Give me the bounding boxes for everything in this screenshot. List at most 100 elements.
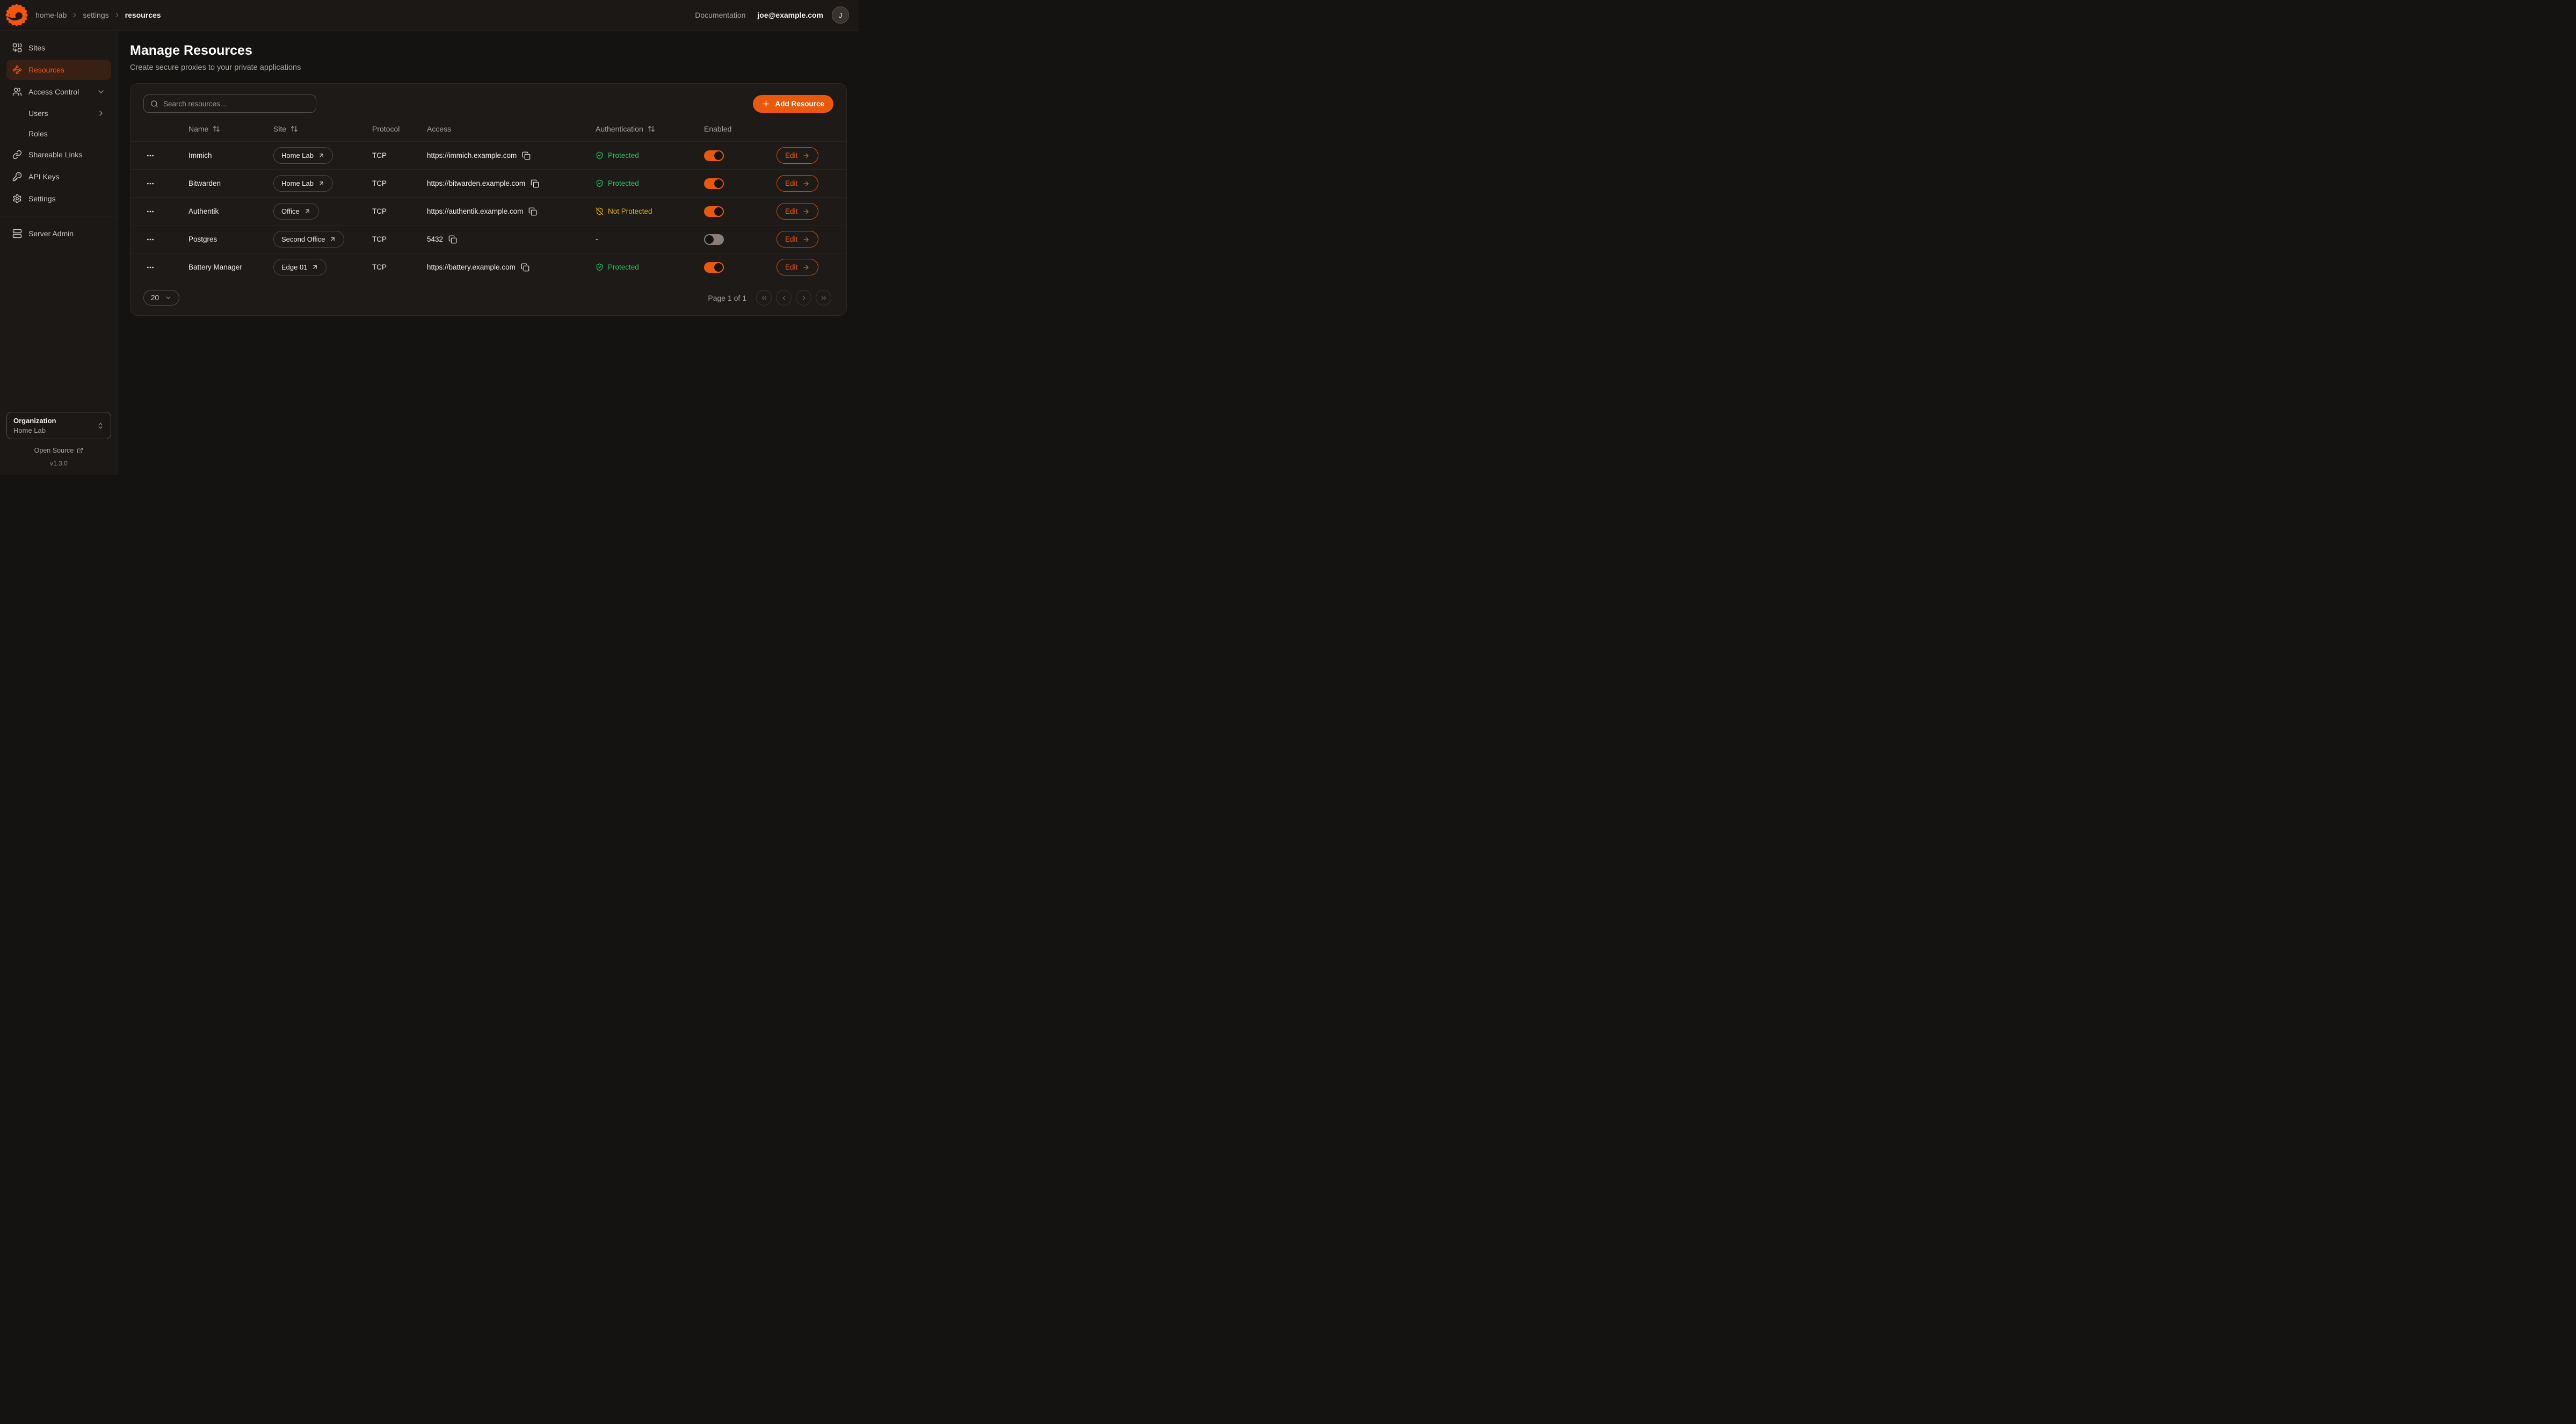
breadcrumb-settings[interactable]: settings bbox=[83, 11, 108, 19]
edit-label: Edit bbox=[785, 263, 797, 271]
breadcrumb-resources[interactable]: resources bbox=[125, 11, 161, 19]
chevron-right-icon bbox=[113, 11, 121, 19]
resources-table: NameSiteProtocolAccessAuthenticationEnab… bbox=[130, 116, 846, 281]
site-name: Second Office bbox=[281, 235, 325, 243]
sidebar-item-access-control[interactable]: Access Control bbox=[6, 82, 111, 102]
protocol-value: TCP bbox=[372, 263, 427, 271]
copy-button[interactable] bbox=[522, 151, 531, 160]
organization-selector[interactable]: Organization Home Lab bbox=[6, 412, 111, 439]
breadcrumb: home-lab settings resources bbox=[35, 11, 161, 19]
edit-button[interactable]: Edit bbox=[777, 231, 818, 248]
edit-button[interactable]: Edit bbox=[777, 175, 818, 192]
enabled-toggle[interactable] bbox=[704, 150, 724, 161]
search-input[interactable] bbox=[163, 100, 309, 108]
chevrons-up-down-icon bbox=[97, 422, 104, 430]
sort-icon[interactable] bbox=[648, 125, 655, 133]
column-header-access: Access bbox=[427, 125, 596, 133]
enabled-toggle[interactable] bbox=[704, 234, 724, 245]
add-resource-button[interactable]: Add Resource bbox=[753, 95, 833, 113]
site-name: Office bbox=[281, 207, 300, 215]
enabled-toggle[interactable] bbox=[704, 178, 724, 189]
ellipsis-icon bbox=[146, 179, 155, 188]
copy-button[interactable] bbox=[531, 179, 539, 188]
key-icon bbox=[12, 172, 22, 181]
arrow-right-icon bbox=[802, 152, 810, 159]
copy-button[interactable] bbox=[528, 207, 537, 216]
add-resource-label: Add Resource bbox=[775, 100, 824, 108]
row-actions-menu[interactable] bbox=[143, 149, 156, 162]
table-header-row: NameSiteProtocolAccessAuthenticationEnab… bbox=[130, 116, 846, 142]
sidebar-item-users[interactable]: Users bbox=[6, 104, 111, 123]
site-badge[interactable]: Home Lab bbox=[273, 147, 333, 164]
server-icon bbox=[12, 229, 22, 238]
page-size-select[interactable]: 20 bbox=[143, 290, 179, 306]
protocol-value: TCP bbox=[372, 179, 427, 187]
edit-label: Edit bbox=[785, 235, 797, 243]
site-badge[interactable]: Office bbox=[273, 203, 319, 220]
sidebar-nav: Sites Resources Access Control Users Rol… bbox=[6, 38, 111, 403]
copy-button[interactable] bbox=[448, 235, 457, 244]
site-badge[interactable]: Edge 01 bbox=[273, 259, 326, 275]
row-actions-menu[interactable] bbox=[143, 205, 156, 218]
chevron-right-icon bbox=[71, 11, 78, 19]
sidebar-item-shareable-links[interactable]: Shareable Links bbox=[6, 144, 111, 165]
ellipsis-icon bbox=[146, 207, 155, 216]
pangolin-logo-icon[interactable] bbox=[5, 4, 28, 26]
column-header-protocol: Protocol bbox=[372, 125, 427, 133]
chevron-down-icon bbox=[165, 294, 172, 301]
open-source-label: Open Source bbox=[34, 447, 74, 454]
row-actions-menu[interactable] bbox=[143, 177, 156, 190]
sort-icon[interactable] bbox=[291, 125, 298, 133]
sidebar-item-api-keys[interactable]: API Keys bbox=[6, 166, 111, 187]
protocol-value: TCP bbox=[372, 207, 427, 215]
search-icon bbox=[150, 100, 158, 108]
auth-status: Not Protected bbox=[608, 207, 652, 215]
site-badge[interactable]: Second Office bbox=[273, 231, 344, 248]
sort-icon[interactable] bbox=[213, 125, 220, 133]
user-email: joe@example.com bbox=[757, 11, 823, 19]
first-page-button[interactable] bbox=[756, 290, 772, 306]
table-row-authentik: Authentik Office TCP https://authentik.e… bbox=[130, 198, 846, 226]
toggle-knob bbox=[714, 263, 723, 272]
site-badge[interactable]: Home Lab bbox=[273, 175, 333, 192]
page-size-value: 20 bbox=[151, 294, 159, 302]
enabled-toggle[interactable] bbox=[704, 262, 724, 273]
row-actions-menu[interactable] bbox=[143, 261, 156, 274]
protocol-value: TCP bbox=[372, 151, 427, 159]
sidebar-item-resources[interactable]: Resources bbox=[6, 60, 111, 80]
last-page-button[interactable] bbox=[816, 290, 831, 306]
page-info: Page 1 of 1 bbox=[708, 294, 746, 302]
ellipsis-icon bbox=[146, 235, 155, 244]
chevron-left-icon bbox=[780, 294, 788, 302]
edit-button[interactable]: Edit bbox=[777, 147, 818, 164]
sidebar-item-server-admin[interactable]: Server Admin bbox=[6, 223, 111, 244]
next-page-button[interactable] bbox=[796, 290, 811, 306]
resource-name: Immich bbox=[188, 151, 273, 159]
shell: Sites Resources Access Control Users Rol… bbox=[0, 31, 859, 475]
resources-icon bbox=[12, 65, 22, 75]
edit-button[interactable]: Edit bbox=[777, 203, 818, 220]
sidebar-item-sites[interactable]: Sites bbox=[6, 38, 111, 58]
edit-button[interactable]: Edit bbox=[777, 259, 818, 275]
avatar[interactable]: J bbox=[832, 6, 849, 24]
copy-button[interactable] bbox=[521, 263, 529, 272]
documentation-link[interactable]: Documentation bbox=[695, 11, 745, 19]
access-value: https://bitwarden.example.com bbox=[427, 179, 525, 187]
app-window: home-lab settings resources Documentatio… bbox=[0, 0, 859, 475]
arrow-up-right-icon bbox=[329, 236, 336, 243]
pagination-bar: 20 Page 1 of 1 bbox=[130, 290, 846, 306]
shield-check-icon bbox=[596, 263, 604, 271]
open-source-link[interactable]: Open Source bbox=[6, 447, 111, 454]
site-name: Edge 01 bbox=[281, 263, 307, 271]
enabled-toggle[interactable] bbox=[704, 206, 724, 217]
sidebar-item-roles[interactable]: Roles bbox=[6, 125, 111, 143]
chevrons-left-icon bbox=[760, 294, 768, 302]
prev-page-button[interactable] bbox=[776, 290, 792, 306]
resources-card: Add Resource NameSiteProtocolAccessAuthe… bbox=[130, 83, 847, 316]
edit-label: Edit bbox=[785, 151, 797, 159]
table-body: Immich Home Lab TCP https://immich.examp… bbox=[130, 142, 846, 281]
row-actions-menu[interactable] bbox=[143, 233, 156, 246]
auth-status: Protected bbox=[608, 151, 639, 159]
sidebar-item-settings[interactable]: Settings bbox=[6, 188, 111, 209]
breadcrumb-org[interactable]: home-lab bbox=[35, 11, 67, 19]
